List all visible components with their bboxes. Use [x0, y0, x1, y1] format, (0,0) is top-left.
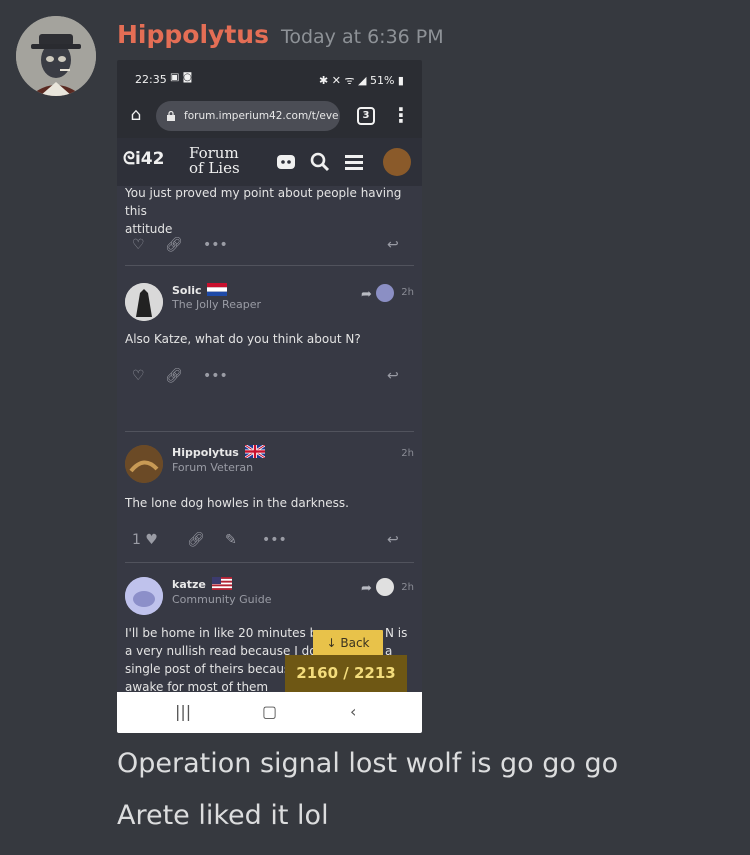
- tabs-icon[interactable]: 3: [357, 107, 375, 125]
- post-time[interactable]: 2h: [401, 287, 414, 298]
- more-menu-icon[interactable]: ⋮: [391, 105, 411, 125]
- logo-swirl-icon: ᘓ: [123, 149, 135, 169]
- edit-icon[interactable]: ✎: [225, 532, 237, 548]
- post-time[interactable]: 2h: [401, 448, 414, 459]
- like-icon[interactable]: ♡: [132, 237, 145, 253]
- home-button-icon[interactable]: ▢: [262, 702, 277, 721]
- post-divider: [125, 265, 414, 266]
- status-bar: 22:35 ▣ ◙ ✱ ✕ ᯤ ◢ 51% ▮: [117, 60, 422, 96]
- post-body: The lone dog howles in the darkness.: [125, 496, 349, 510]
- more-icon[interactable]: •••: [203, 368, 228, 384]
- discord-icon[interactable]: [275, 152, 297, 174]
- post-avatar[interactable]: [125, 283, 163, 321]
- post-author[interactable]: Solic: [172, 283, 228, 297]
- post-author[interactable]: katze: [172, 577, 232, 591]
- forum-header: ᘓi42 Forum of Lies: [117, 138, 422, 186]
- site-logo[interactable]: ᘓi42: [123, 149, 164, 169]
- post-author-title: Community Guide: [172, 593, 272, 606]
- like-icon[interactable]: ♡: [132, 368, 145, 384]
- screenshot-attachment[interactable]: 22:35 ▣ ◙ ✱ ✕ ᯤ ◢ 51% ▮ ⌂ forum.imperium…: [117, 60, 422, 733]
- status-right: ✱ ✕ ᯤ ◢ 51% ▮: [319, 74, 404, 87]
- post-time[interactable]: 2h: [401, 582, 414, 593]
- more-icon[interactable]: •••: [203, 237, 228, 253]
- author-avatar[interactable]: [16, 16, 96, 96]
- heart-icon: ♥: [145, 532, 158, 548]
- reply-icon[interactable]: ↩: [387, 368, 399, 384]
- logo-line2: of Lies: [189, 159, 240, 177]
- recent-apps-icon[interactable]: |||: [175, 702, 191, 721]
- author-name[interactable]: Hippolytus: [117, 20, 269, 49]
- link-icon[interactable]: 🔗︎: [165, 368, 183, 384]
- post-author[interactable]: Hippolytus: [172, 445, 265, 459]
- reply-icon[interactable]: ↩: [387, 532, 399, 548]
- back-label: Back: [340, 636, 370, 650]
- post-line: You just proved my point about people ha…: [125, 186, 402, 218]
- message-text-line: Arete liked it lol: [117, 800, 329, 831]
- post-actions: ♡ 🔗︎ ••• ↩: [117, 233, 422, 257]
- post-divider: [125, 431, 414, 432]
- link-icon[interactable]: 🔗︎: [187, 532, 205, 548]
- post-body: Also Katze, what do you think about N?: [125, 332, 361, 346]
- reply-to-indicator[interactable]: ➦: [361, 578, 394, 596]
- post-avatar[interactable]: [125, 445, 163, 483]
- like-count-button[interactable]: 1 ♥: [132, 532, 158, 548]
- lock-icon: [167, 111, 175, 121]
- message-header: Hippolytus Today at 6:36 PM: [117, 20, 444, 49]
- notification-icons: ▣ ◙: [170, 72, 193, 83]
- address-bar[interactable]: forum.imperium42.com/t/eve: [156, 101, 340, 131]
- url-text: forum.imperium42.com/t/eve: [184, 110, 339, 122]
- back-button[interactable]: ↓ Back: [313, 630, 383, 656]
- post-counter[interactable]: 2160 / 2213: [285, 655, 407, 692]
- battery-level: 51%: [369, 74, 395, 87]
- link-icon[interactable]: 🔗︎: [165, 237, 183, 253]
- message-timestamp: Today at 6:36 PM: [280, 26, 444, 48]
- post-actions: ♡ 🔗︎ ••• ↩: [117, 364, 422, 388]
- browser-toolbar: ⌂ forum.imperium42.com/t/eve 3 ⋮: [117, 96, 422, 138]
- us-flag-icon: [211, 577, 232, 590]
- reply-to-avatar: [376, 578, 394, 596]
- author-name-text: Solic: [172, 284, 202, 297]
- post-fragment: N is: [385, 626, 408, 640]
- post-body-partial: You just proved my point about people ha…: [125, 186, 422, 238]
- reply-to-avatar: [376, 284, 394, 302]
- forum-logo-text[interactable]: Forum of Lies: [189, 146, 240, 176]
- reply-icon[interactable]: ↩: [387, 237, 399, 253]
- user-avatar[interactable]: [383, 148, 411, 176]
- post-actions: 1 ♥ 🔗︎ ✎ ••• ↩: [117, 528, 422, 552]
- reply-to-indicator[interactable]: ➦: [361, 284, 394, 302]
- author-name-text: katze: [172, 578, 206, 591]
- status-time: 22:35: [135, 73, 167, 86]
- post-divider: [125, 562, 414, 563]
- back-nav-icon[interactable]: ‹: [350, 702, 356, 721]
- like-count: 1: [132, 532, 141, 548]
- android-nav-bar: ||| ▢ ‹: [117, 692, 422, 733]
- message-text-line: Operation signal lost wolf is go go go: [117, 748, 619, 779]
- more-icon[interactable]: •••: [262, 532, 287, 548]
- arrow-down-icon: ↓: [326, 636, 337, 650]
- search-icon[interactable]: [309, 152, 331, 174]
- post-author-title: The Jolly Reaper: [172, 298, 261, 311]
- home-icon[interactable]: ⌂: [126, 105, 146, 125]
- post-avatar[interactable]: [125, 577, 163, 615]
- topic-stream: You just proved my point about people ha…: [117, 186, 422, 692]
- author-name-text: Hippolytus: [172, 446, 239, 459]
- netherlands-flag-icon: [207, 283, 228, 296]
- hamburger-menu-icon[interactable]: [343, 152, 365, 174]
- post-line: I'll be home in like 20 minutes bu: [125, 626, 325, 640]
- post-author-title: Forum Veteran: [172, 461, 254, 474]
- logo-mark-text: i42: [134, 149, 165, 169]
- uk-flag-icon: [244, 445, 265, 458]
